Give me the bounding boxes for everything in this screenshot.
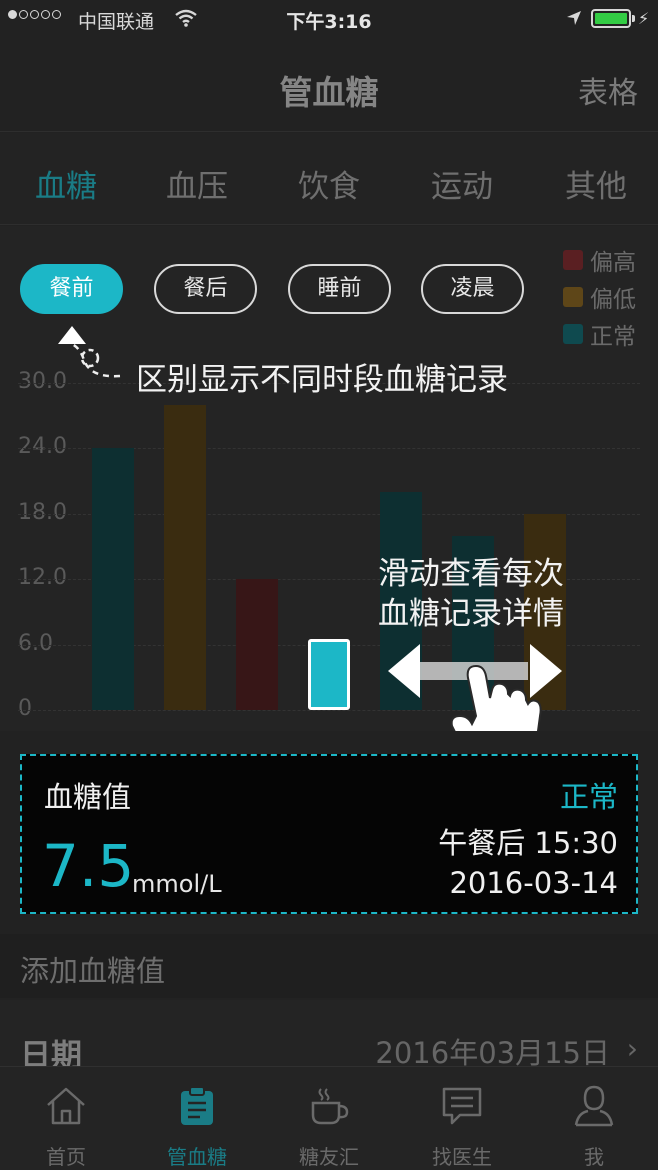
bottom-tab-bar: 首页 管血糖 糖友汇 找医生 我 bbox=[0, 1066, 658, 1170]
tabbar-manage-sugar-label: 管血糖 bbox=[167, 1145, 227, 1169]
tabbar-community[interactable]: 糖友汇 bbox=[263, 1067, 395, 1170]
coffee-cup-icon bbox=[311, 1088, 349, 1125]
charging-bolt-icon: ⚡ bbox=[638, 9, 650, 28]
reading-date: 2016-03-14 bbox=[449, 866, 618, 900]
swipe-hint-text: 滑动查看每次 血糖记录详情 bbox=[378, 554, 564, 634]
filter-hint-text: 区别显示不同时段血糖记录 bbox=[136, 362, 508, 398]
swipe-hint-line1: 滑动查看每次 bbox=[378, 556, 564, 592]
tabbar-find-doctor-label: 找医生 bbox=[432, 1145, 492, 1169]
blood-sugar-chart[interactable]: 餐前 餐后 睡前 凌晨 偏高 偏低 正常 30.0 24.0 18.0 12.0 6.0… bbox=[0, 226, 658, 731]
reading-unit: mmol/L bbox=[132, 870, 222, 898]
tabbar-home-label: 首页 bbox=[46, 1145, 86, 1169]
location-arrow-icon bbox=[567, 11, 581, 25]
tab-blood-pressure[interactable]: 血压 bbox=[131, 161, 263, 206]
reading-status: 正常 bbox=[559, 780, 618, 814]
tabbar-me-label: 我 bbox=[584, 1145, 604, 1169]
tabbar-find-doctor[interactable]: 找医生 bbox=[396, 1067, 528, 1170]
status-bar: 中国联通 下午3:16 ⚡ bbox=[0, 0, 658, 40]
reading-meal-time: 午餐后 15:30 bbox=[438, 826, 618, 860]
tab-exercise[interactable]: 运动 bbox=[396, 161, 528, 206]
tab-other[interactable]: 其他 bbox=[530, 161, 658, 206]
battery-icon bbox=[591, 9, 635, 28]
date-row[interactable]: 日期 2016年03月15日 › bbox=[0, 1000, 658, 1074]
reading-detail-card: 血糖值 正常 7.5 mmol/L 午餐后 15:30 2016-03-14 bbox=[20, 754, 638, 914]
tabbar-community-label: 糖友汇 bbox=[299, 1145, 359, 1169]
add-reading-section: 添加血糖值 bbox=[0, 934, 658, 998]
reading-value: 7.5 bbox=[42, 832, 135, 900]
home-icon bbox=[47, 1087, 85, 1125]
tabbar-manage-sugar[interactable]: 管血糖 bbox=[131, 1067, 263, 1170]
page-title: 管血糖 bbox=[279, 73, 379, 112]
tabbar-me[interactable]: 我 bbox=[528, 1067, 658, 1170]
swipe-hint-line2: 血糖记录详情 bbox=[378, 596, 564, 632]
chat-bubble-icon bbox=[442, 1087, 482, 1125]
navigation-bar: 管血糖 表格 bbox=[0, 40, 658, 132]
clipboard-icon bbox=[181, 1086, 213, 1125]
tabbar-home[interactable]: 首页 bbox=[0, 1067, 132, 1170]
arrow-up-icon bbox=[58, 326, 86, 344]
clock: 下午3:16 bbox=[286, 11, 372, 33]
table-view-button[interactable]: 表格 bbox=[578, 68, 638, 112]
section-title: 添加血糖值 bbox=[20, 954, 166, 988]
user-icon bbox=[574, 1085, 614, 1127]
tab-blood-sugar[interactable]: 血糖 bbox=[0, 161, 132, 206]
category-tabs: 血糖 血压 饮食 运动 其他 bbox=[0, 133, 658, 225]
chevron-right-icon: › bbox=[626, 1032, 638, 1065]
curved-arrow-icon bbox=[71, 342, 121, 378]
tab-diet[interactable]: 饮食 bbox=[263, 161, 395, 206]
hint-graphics bbox=[58, 326, 562, 731]
reading-label: 血糖值 bbox=[44, 780, 132, 814]
